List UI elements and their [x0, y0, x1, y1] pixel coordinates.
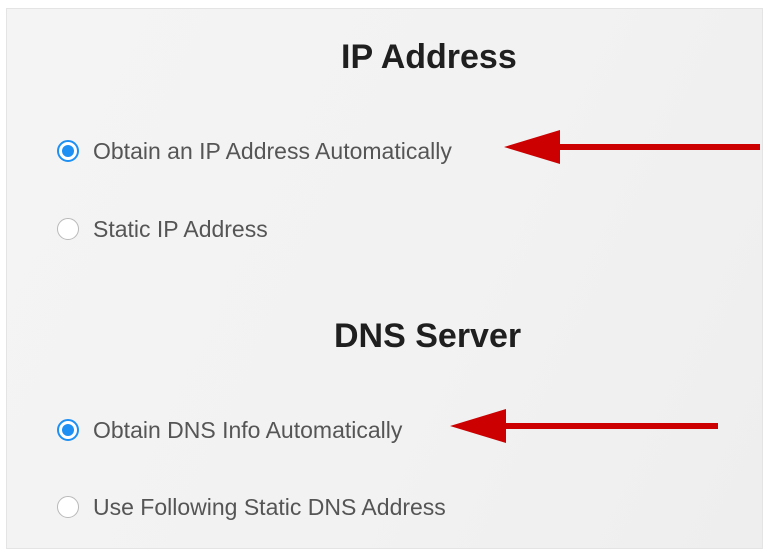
dns-static-label: Use Following Static DNS Address: [93, 494, 446, 520]
dns-static-radio-button[interactable]: [57, 496, 79, 518]
ip-auto-radio-button[interactable]: [57, 140, 79, 162]
left-arrow-icon: [450, 409, 718, 443]
ip-auto-label: Obtain an IP Address Automatically: [93, 138, 452, 164]
network-settings-panel: IP Address Obtain an IP Address Automati…: [6, 8, 763, 549]
dns-auto-option[interactable]: Obtain DNS Info Automatically: [57, 416, 402, 444]
ip-auto-option[interactable]: Obtain an IP Address Automatically: [57, 137, 452, 165]
dns-static-option[interactable]: Use Following Static DNS Address: [57, 493, 446, 521]
left-arrow-icon: [504, 130, 760, 164]
ip-static-option[interactable]: Static IP Address: [57, 215, 268, 243]
dns-auto-radio-button[interactable]: [57, 419, 79, 441]
dns-auto-label: Obtain DNS Info Automatically: [93, 417, 403, 443]
ip-static-radio-button[interactable]: [57, 218, 79, 240]
ip-static-label: Static IP Address: [93, 216, 268, 242]
dns-server-heading: DNS Server: [334, 317, 522, 355]
ip-address-heading: IP Address: [341, 38, 517, 76]
